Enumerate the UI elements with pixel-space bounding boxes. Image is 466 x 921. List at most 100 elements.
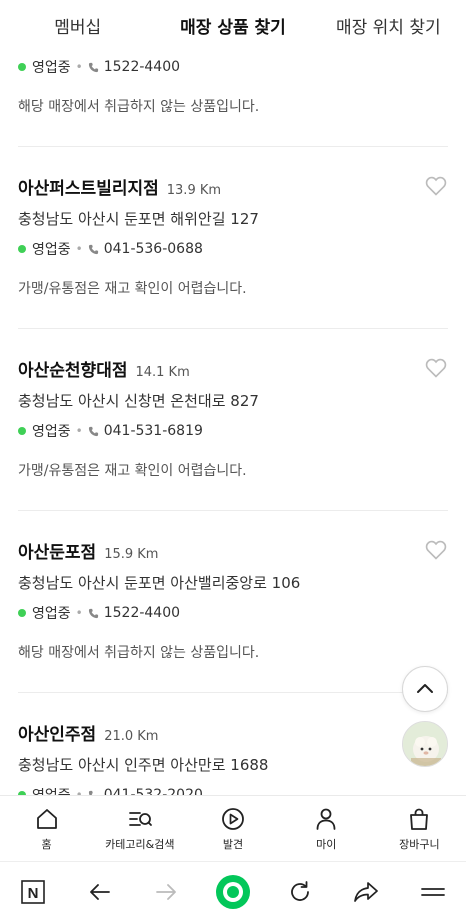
store-phone[interactable]: 041-536-0688	[104, 241, 203, 257]
store-item-partial: 영업중 • 1522-4400 해당 매장에서 취급하지 않는 상품입니다.	[0, 56, 466, 118]
nav-label: 카테고리&검색	[105, 837, 175, 851]
back-arrow-icon	[89, 883, 110, 900]
open-status-dot	[18, 245, 26, 253]
back-button[interactable]	[78, 870, 122, 914]
store-item[interactable]: 아산퍼스트빌리지점 13.9 Km 충청남도 아산시 둔포면 해위안길 127 …	[0, 174, 466, 300]
store-status: 영업중	[32, 424, 71, 440]
category-search-icon	[128, 811, 152, 826]
store-distance: 21.0 Km	[104, 729, 159, 744]
heart-icon[interactable]	[424, 174, 448, 198]
phone-icon	[88, 244, 98, 254]
logo-letter: N	[28, 885, 39, 902]
store-name: 아산순천향대점	[18, 361, 128, 381]
heart-icon[interactable]	[424, 538, 448, 562]
chevron-up-icon	[417, 684, 433, 693]
store-address: 충청남도 아산시 신창면 온천대로 827	[18, 392, 259, 410]
home-icon	[36, 808, 57, 829]
store-distance: 14.1 Km	[135, 365, 190, 380]
divider	[18, 146, 448, 147]
separator-dot: •	[75, 60, 83, 74]
nav-label: 발견	[222, 837, 244, 851]
top-tab-bar: 멤버십 매장 상품 찾기 매장 위치 찾기	[0, 0, 466, 50]
store-status-row: 영업중 • 041-532-2020	[18, 784, 448, 795]
open-status-dot	[18, 63, 26, 71]
home-dot-icon	[215, 874, 250, 909]
share-button[interactable]	[344, 870, 388, 914]
naver-home-button[interactable]: N	[11, 870, 55, 914]
nav-home[interactable]: 홈	[0, 796, 93, 861]
forward-button[interactable]	[144, 870, 188, 914]
store-name: 아산퍼스트빌리지점	[18, 179, 159, 199]
store-phone[interactable]: 041-532-2020	[104, 787, 203, 795]
nav-discover[interactable]: 발견	[186, 796, 279, 861]
store-status: 영업중	[32, 60, 71, 76]
store-name: 아산인주점	[18, 725, 97, 745]
nav-label: 마이	[316, 837, 337, 851]
nav-cart[interactable]: 장바구니	[373, 796, 466, 861]
store-status-row: 영업중 • 1522-4400	[18, 56, 448, 78]
store-phone[interactable]: 1522-4400	[104, 59, 180, 75]
tab-store-location-search[interactable]: 매장 위치 찾기	[311, 0, 466, 50]
phone-icon	[88, 62, 98, 72]
shopping-bag-icon	[410, 808, 429, 830]
divider	[18, 692, 448, 693]
store-status-row: 영업중 • 1522-4400	[18, 602, 448, 624]
nav-label: 홈	[41, 837, 52, 851]
store-title-row: 아산둔포점 15.9 Km	[18, 538, 448, 563]
scroll-top-button[interactable]	[402, 666, 448, 712]
phone-icon	[88, 608, 98, 618]
naver-logo-icon: N	[21, 879, 46, 904]
store-phone[interactable]: 041-531-6819	[104, 423, 203, 439]
store-status-row: 영업중 • 041-536-0688	[18, 238, 448, 260]
store-title-row: 아산퍼스트빌리지점 13.9 Km	[18, 174, 448, 199]
separator-dot: •	[75, 424, 83, 438]
store-name: 아산둔포점	[18, 543, 97, 563]
phone-icon	[88, 426, 98, 436]
store-distance: 13.9 Km	[166, 183, 222, 198]
nav-my[interactable]: 마이	[280, 796, 373, 861]
store-list: 영업중 • 1522-4400 해당 매장에서 취급하지 않는 상품입니다. 아…	[0, 50, 466, 795]
refresh-icon	[290, 880, 309, 901]
nav-category-search[interactable]: 카테고리&검색	[93, 796, 186, 861]
store-distance: 15.9 Km	[104, 547, 159, 562]
user-icon	[316, 808, 336, 830]
separator-dot: •	[75, 242, 83, 256]
store-status: 영업중	[32, 242, 71, 258]
bottom-nav: 홈 카테고리&검색 발견 마이 장바구니	[0, 795, 466, 861]
discover-icon	[222, 807, 244, 830]
store-title-row: 아산순천향대점 14.1 Km	[18, 356, 448, 381]
tab-membership[interactable]: 멤버십	[0, 0, 155, 50]
store-status: 영업중	[32, 606, 71, 622]
store-address: 충청남도 아산시 둔포면 해위안길 127	[18, 210, 259, 228]
open-status-dot	[18, 427, 26, 435]
avatar[interactable]	[402, 721, 448, 767]
store-phone[interactable]: 1522-4400	[104, 605, 180, 621]
separator-dot: •	[75, 788, 83, 795]
store-note: 가맹/유통점은 재고 확인이 어렵습니다.	[18, 281, 247, 297]
tab-store-product-search[interactable]: 매장 상품 찾기	[155, 0, 310, 50]
store-item[interactable]: 아산인주점 21.0 Km 충청남도 아산시 인주면 아산만로 1688 영업중…	[0, 720, 466, 795]
store-note: 해당 매장에서 취급하지 않는 상품입니다.	[18, 99, 260, 115]
character-avatar-icon	[403, 722, 447, 766]
browser-toolbar: N	[0, 861, 466, 921]
store-note: 가맹/유통점은 재고 확인이 어렵습니다.	[18, 463, 247, 479]
open-status-dot	[18, 609, 26, 617]
heart-icon[interactable]	[424, 356, 448, 380]
store-address: 충청남도 아산시 인주면 아산만로 1688	[18, 756, 269, 774]
refresh-button[interactable]	[278, 870, 322, 914]
menu-icon	[420, 887, 445, 896]
store-status: 영업중	[32, 785, 71, 795]
store-address: 충청남도 아산시 둔포면 아산밸리중앙로 106	[18, 574, 301, 592]
store-item[interactable]: 아산둔포점 15.9 Km 충청남도 아산시 둔포면 아산밸리중앙로 106 영…	[0, 538, 466, 664]
divider	[18, 328, 448, 329]
store-status-row: 영업중 • 041-531-6819	[18, 420, 448, 442]
store-title-row: 아산인주점 21.0 Km	[18, 720, 448, 745]
menu-button[interactable]	[411, 870, 455, 914]
green-home-button[interactable]	[211, 870, 255, 914]
store-item[interactable]: 아산순천향대점 14.1 Km 충청남도 아산시 신창면 온천대로 827 영업…	[0, 356, 466, 482]
forward-arrow-icon	[156, 883, 177, 900]
nav-label: 장바구니	[399, 837, 440, 851]
divider	[18, 510, 448, 511]
share-icon	[354, 881, 378, 902]
store-note: 해당 매장에서 취급하지 않는 상품입니다.	[18, 645, 260, 661]
